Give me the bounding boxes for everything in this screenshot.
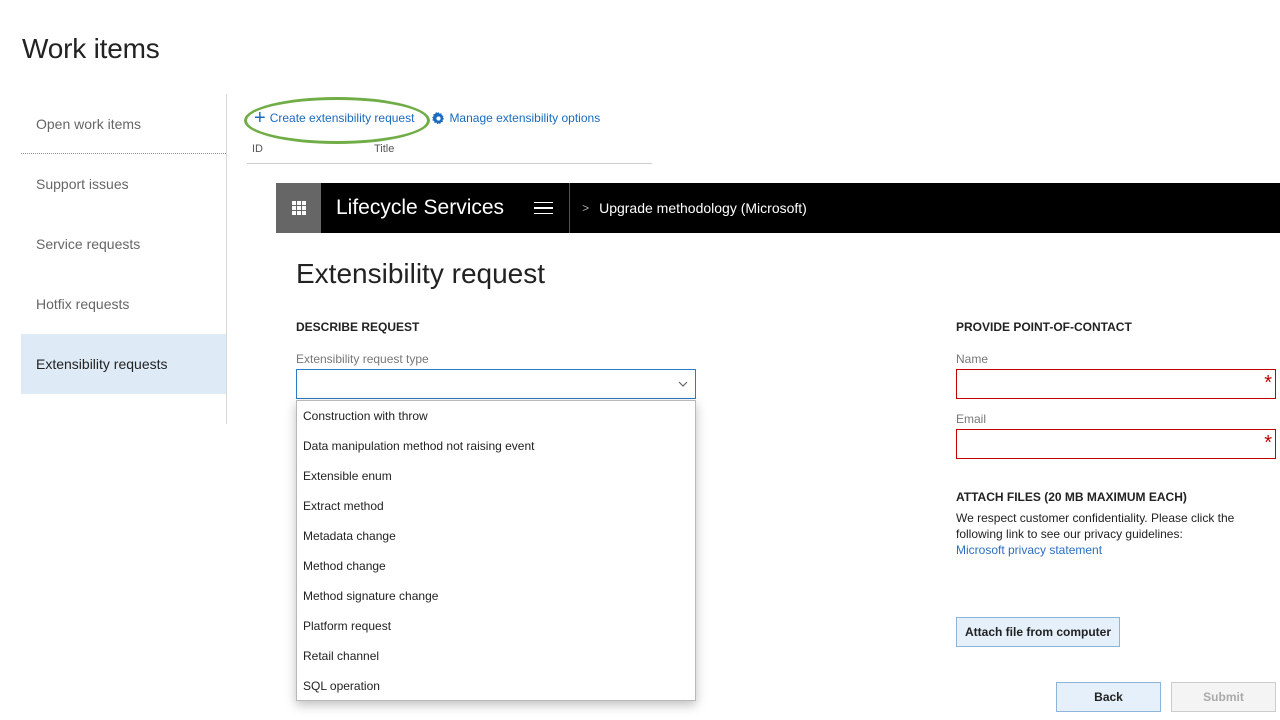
attach-files-heading: ATTACH FILES (20 MB MAXIMUM EACH): [956, 490, 1187, 504]
request-type-dropdown: Construction with throw Data manipulatio…: [296, 400, 696, 701]
brand-title: Lifecycle Services: [336, 196, 505, 219]
dropdown-option[interactable]: Metadata change: [297, 521, 695, 551]
sidebar-item-hotfix-requests[interactable]: Hotfix requests: [21, 274, 226, 334]
dropdown-option[interactable]: Method change: [297, 551, 695, 581]
privacy-notice-text: We respect customer confidentiality. Ple…: [956, 511, 1235, 541]
sidebar-item-open-work-items[interactable]: Open work items: [21, 94, 226, 154]
request-type-label: Extensibility request type: [296, 352, 429, 366]
breadcrumb-separator-icon: >: [582, 201, 590, 215]
dropdown-option[interactable]: SQL operation: [297, 671, 695, 701]
dropdown-option[interactable]: Method signature change: [297, 581, 695, 611]
form-title: Extensibility request: [296, 258, 546, 289]
grid-header: ID Title: [247, 140, 652, 164]
hamburger-menu-icon[interactable]: [534, 198, 554, 219]
sidebar-item-extensibility-requests[interactable]: Extensibility requests: [21, 334, 226, 394]
describe-request-heading: DESCRIBE REQUEST: [296, 320, 420, 334]
dropdown-option[interactable]: Extract method: [297, 491, 695, 521]
gear-icon: [432, 111, 445, 124]
request-type-select[interactable]: [296, 369, 696, 399]
waffle-icon: [291, 201, 306, 215]
sidebar-item-label: Extensibility requests: [36, 356, 168, 372]
column-header-id[interactable]: ID: [252, 143, 263, 155]
create-extensibility-request-label: Create extensibility request: [269, 111, 415, 125]
manage-extensibility-options-link[interactable]: Manage extensibility options: [432, 111, 600, 125]
attach-file-button[interactable]: Attach file from computer: [956, 617, 1120, 647]
app-launcher-button[interactable]: [276, 183, 321, 233]
toolbar: + Create extensibility request Manage ex…: [246, 108, 600, 128]
breadcrumb-project[interactable]: Upgrade methodology (Microsoft): [599, 200, 807, 216]
required-asterisk-icon: *: [1264, 432, 1272, 454]
sidebar-item-label: Support issues: [36, 176, 129, 192]
dropdown-option[interactable]: Data manipulation method not raising eve…: [297, 431, 695, 461]
chevron-down-icon: [678, 381, 688, 387]
dropdown-option[interactable]: Extensible enum: [297, 461, 695, 491]
email-field[interactable]: *: [956, 429, 1276, 459]
dropdown-option[interactable]: Platform request: [297, 611, 695, 641]
dropdown-option[interactable]: Construction with throw: [297, 401, 695, 431]
privacy-statement-link[interactable]: Microsoft privacy statement: [956, 543, 1102, 557]
point-of-contact-heading: PROVIDE POINT-OF-CONTACT: [956, 320, 1132, 334]
sidebar-item-label: Hotfix requests: [36, 296, 130, 312]
email-label: Email: [956, 412, 987, 426]
create-extensibility-request-link[interactable]: + Create extensibility request: [246, 108, 414, 128]
sidebar: Open work items Support issues Service r…: [21, 94, 227, 424]
sidebar-item-label: Service requests: [36, 236, 141, 252]
name-field[interactable]: *: [956, 369, 1276, 399]
lcs-header-bar: Lifecycle Services > Upgrade methodology…: [276, 183, 1280, 233]
submit-button[interactable]: Submit: [1171, 682, 1276, 712]
required-asterisk-icon: *: [1264, 372, 1272, 394]
sidebar-item-label: Open work items: [36, 115, 142, 132]
page-title: Work items: [22, 33, 160, 64]
sidebar-item-service-requests[interactable]: Service requests: [21, 214, 226, 274]
name-label: Name: [956, 352, 989, 366]
manage-extensibility-options-label: Manage extensibility options: [449, 111, 601, 125]
privacy-notice: We respect customer confidentiality. Ple…: [956, 510, 1256, 558]
back-button[interactable]: Back: [1056, 682, 1161, 712]
header-divider: [569, 183, 571, 233]
plus-icon: +: [254, 107, 266, 129]
dropdown-option[interactable]: Retail channel: [297, 641, 695, 671]
column-header-title[interactable]: Title: [374, 143, 394, 155]
sidebar-item-support-issues[interactable]: Support issues: [21, 154, 226, 214]
